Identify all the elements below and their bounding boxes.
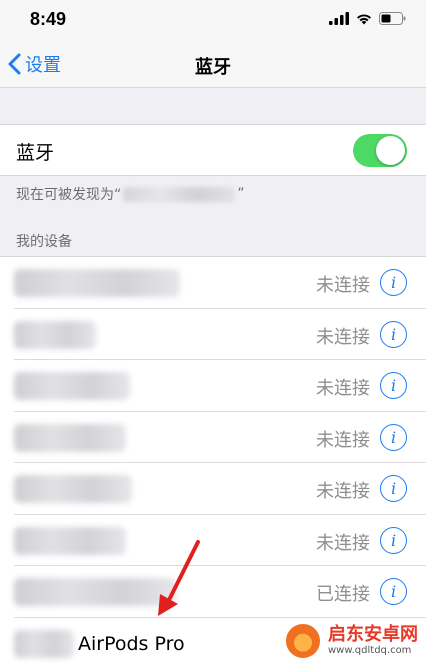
device-list: 未连接 i 未连接 i 未连接 i 未连接 i 未连接 i 未连接 i 已连接 … [0,256,426,663]
status-bar: 8:49 [0,0,426,40]
device-status: 未连接 [316,378,370,399]
info-icon[interactable]: i [380,423,407,451]
device-row[interactable]: 已连接 i [0,566,426,618]
device-name-redacted [123,186,236,202]
device-status: 已连接 [316,584,370,605]
watermark-url: www.qdltdq.com [328,645,412,656]
red-arrow-annotation [158,540,200,616]
device-row[interactable]: 未连接 i [0,309,426,361]
device-name-redacted [14,372,130,400]
watermark-logo-icon [284,622,322,660]
device-name-redacted [14,269,180,297]
info-icon[interactable]: i [380,526,407,554]
device-status: 未连接 [316,326,370,348]
device-name-redacted [14,320,96,349]
device-name-redacted [14,526,126,555]
info-icon[interactable]: i [380,269,407,296]
page-title: 蓝牙 [195,57,231,78]
device-name-redacted [14,475,132,503]
discoverable-text: 现在可被发现为“ ” [16,184,245,204]
discoverable-prefix: 现在可被发现为“ [16,187,122,203]
wifi-icon [357,14,371,25]
device-status: 未连接 [316,532,370,554]
cellular-signal-icon [329,12,349,25]
device-row[interactable]: 未连接 i [0,360,426,412]
info-icon[interactable]: i [380,320,407,348]
watermark: 启东安卓网 www.qdltdq.com [284,622,418,660]
discoverable-suffix: ” [237,186,245,202]
device-status: 未连接 [316,429,370,451]
device-row[interactable]: 未连接 i [0,257,426,309]
bluetooth-toggle[interactable] [353,134,407,167]
device-name-redacted [14,423,126,452]
toggle-knob [376,136,405,165]
battery-icon [379,12,406,25]
device-status: 未连接 [316,481,370,502]
bluetooth-row: 蓝牙 [0,124,426,176]
info-icon[interactable]: i [380,578,407,605]
info-icon[interactable]: i [380,372,407,399]
status-icons [329,12,406,25]
info-icon[interactable]: i [380,475,407,502]
device-name: AirPods Pro [78,632,185,655]
device-status: 未连接 [316,275,370,296]
watermark-title: 启东安卓网 [328,624,418,645]
device-row[interactable]: 未连接 i [0,515,426,567]
watermark-text: 启东安卓网 www.qdltdq.com [328,625,418,657]
device-name-redacted [14,629,74,658]
navigation-bar: 设置 蓝牙 [0,40,426,88]
bluetooth-label: 蓝牙 [16,142,55,164]
my-devices-header: 我的设备 [16,234,72,250]
status-time: 8:49 [30,9,67,29]
device-row[interactable]: 未连接 i [0,412,426,464]
device-row[interactable]: 未连接 i [0,463,426,515]
